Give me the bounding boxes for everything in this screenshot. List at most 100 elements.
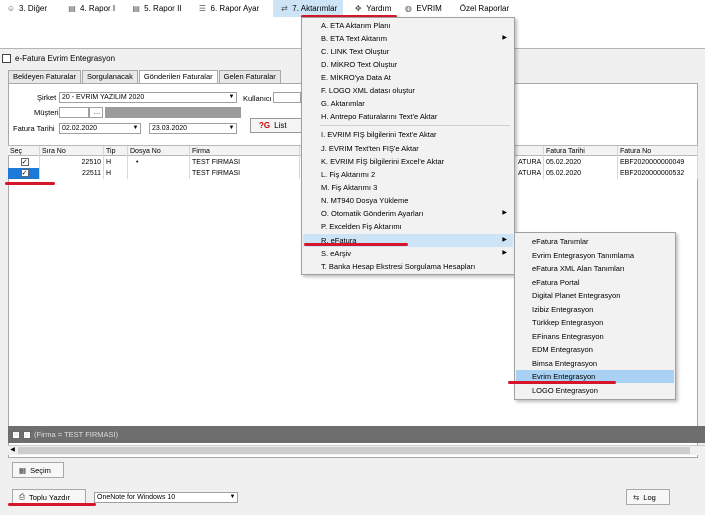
menu-item-t[interactable]: T. Banka Hesap Ekstresi Sorgulama Hesapl…	[303, 260, 513, 273]
submenu-logo[interactable]: LOGO Entegrasyon	[516, 384, 674, 397]
sirket-label: Şirket	[37, 93, 57, 102]
submenu-efinans[interactable]: EFinans Entegrasyon	[516, 330, 674, 343]
menu-item-d[interactable]: D. MİKRO Text Oluştur	[303, 58, 513, 71]
col-firma[interactable]: Firma	[190, 146, 300, 157]
submenu-digital-planet[interactable]: Digital Planet Entegrasyon	[516, 289, 674, 302]
annotation-underline-toplu	[8, 503, 96, 506]
tab-gelen[interactable]: Gelen Faturalar	[218, 70, 281, 83]
menu-item-j[interactable]: J. EVRIM Text'ten FIŞ'e Aktar	[303, 142, 513, 155]
menu-item-e[interactable]: E. MİKRO'ya Data At	[303, 71, 513, 84]
user-icon: ☺	[6, 4, 16, 13]
cell-tip: H	[104, 168, 128, 179]
aktarimlar-dropdown: A. ETA Aktarım Planı B. ETA Text Aktarım…	[301, 17, 515, 275]
chart-icon: ▤	[68, 4, 76, 13]
cell-dosya	[128, 168, 190, 179]
clear-filter-checkbox[interactable]: ✕	[12, 430, 20, 439]
menu-diger[interactable]: ☺ 3. Diğer	[0, 0, 53, 17]
cell-tarih: 05.02.2020	[544, 157, 618, 168]
sirket-combo[interactable]: 20 - EVRIM YAZILIM 2020 ▼	[59, 92, 237, 103]
menu-item-p[interactable]: P. Excelden Fiş Aktarımı	[303, 220, 513, 233]
tab-bekleyen[interactable]: Bekleyen Faturalar	[8, 70, 81, 83]
chevron-down-icon: ▼	[229, 494, 236, 500]
col-fatura-tarihi[interactable]: Fatura Tarihi	[544, 146, 618, 157]
select-icon: ▦	[19, 465, 27, 475]
submenu-izibiz[interactable]: Izibiz Entegrasyon	[516, 303, 674, 316]
menu-rapor-2[interactable]: ▤ 5. Rapor II	[125, 0, 187, 17]
row-checkbox[interactable]: ✓	[20, 158, 29, 167]
annotation-underline-efatura	[304, 243, 408, 246]
musteri-name-field	[105, 107, 241, 118]
date-from-field[interactable]: 02.02.2020 ▼	[59, 123, 141, 134]
menu-item-k[interactable]: K. EVRIM FİŞ bilgilerini Excel'e Aktar	[303, 155, 513, 168]
log-icon: ⇆	[633, 492, 640, 502]
chevron-right-icon: ▶	[502, 250, 507, 256]
cell-tip: H	[104, 157, 128, 168]
submenu-edm[interactable]: EDM Entegrasyon	[516, 343, 674, 356]
menu-item-earsiv[interactable]: S. eArşiv ▶	[303, 247, 513, 260]
submenu-xml-alan[interactable]: eFatura XML Alan Tanımları	[516, 262, 674, 275]
menu-item-g[interactable]: G. Aktarımlar	[303, 97, 513, 110]
submenu-turkkep[interactable]: Türkkep Entegrasyon	[516, 316, 674, 329]
submenu-bimsa[interactable]: Bimsa Entegrasyon	[516, 357, 674, 370]
menu-item-o[interactable]: O. Otomatik Gönderim Ayarları ▶	[303, 207, 513, 220]
cell-sira: 22510	[40, 157, 104, 168]
chevron-left-icon[interactable]: ◀	[8, 446, 17, 455]
menu-item-m[interactable]: M. Fiş Aktarımı 3	[303, 181, 513, 194]
cell-type: ATURA	[516, 168, 544, 179]
annotation-underline-evrim	[508, 381, 616, 384]
menu-item-f[interactable]: F. LOGO XML datası oluştur	[303, 84, 513, 97]
filter-text: (Firma = TEST FIRMASI)	[34, 430, 119, 439]
menu-ozel-raporlar[interactable]: Özel Raporlar	[454, 0, 515, 17]
window-icon	[2, 54, 11, 63]
efatura-submenu: eFatura Tanımlar Evrim Entegrasyon Tanım…	[514, 232, 676, 400]
musteri-input[interactable]	[59, 107, 89, 118]
col-sec[interactable]: Seç	[8, 146, 40, 157]
scroll-thumb[interactable]	[18, 447, 690, 454]
menu-item-n[interactable]: N. MT940 Dosya Yükleme	[303, 194, 513, 207]
menu-rapor-ayar[interactable]: ☰ 6. Rapor Ayar	[192, 0, 266, 17]
col-blank[interactable]	[516, 146, 544, 157]
chevron-down-icon: ▼	[228, 125, 235, 131]
menu-item-a[interactable]: A. ETA Aktarım Planı	[303, 19, 513, 32]
row-checkbox[interactable]: ✓	[20, 169, 29, 178]
kullanici-label: Kullanıcı	[243, 94, 272, 103]
annotation-underline-row	[5, 182, 55, 185]
transfer-icon: ⇄	[280, 4, 288, 13]
col-sira[interactable]: Sıra No	[40, 146, 104, 157]
submenu-evrim-tanimlama[interactable]: Evrim Entegrasyon Tanımlama	[516, 249, 674, 262]
menu-rapor-1[interactable]: ▤ 4. Rapor I	[61, 0, 121, 17]
musteri-label: Müşteri	[34, 108, 59, 117]
globe-icon: ◍	[404, 4, 412, 13]
col-tip[interactable]: Tip	[104, 146, 128, 157]
log-button[interactable]: ⇆ Log	[626, 489, 670, 505]
window-titlebar: e-Fatura Evrim Entegrasyon	[2, 52, 115, 65]
kullanici-input[interactable]	[273, 92, 301, 103]
tab-sorgulanacak[interactable]: Sorgulanacak	[81, 70, 138, 83]
cell-fatura-no: EBF2020000000532	[618, 168, 698, 179]
secim-button[interactable]: ▦ Seçim	[12, 462, 64, 478]
cell-dosya: •	[128, 157, 190, 168]
submenu-efatura-portal[interactable]: eFatura Portal	[516, 276, 674, 289]
cell-firma: TEST FIRMASI	[190, 168, 300, 179]
list-button[interactable]: ?G List	[250, 118, 302, 133]
cell-tarih: 05.02.2020	[544, 168, 618, 179]
col-fatura-no[interactable]: Fatura No	[618, 146, 698, 157]
chevron-down-icon: ▼	[228, 94, 235, 100]
menu-item-i[interactable]: I. EVRIM FIŞ bilgilerini Text'e Aktar	[303, 128, 513, 141]
horizontal-scrollbar[interactable]: ◀	[8, 445, 705, 455]
col-dosya[interactable]: Dosya No	[128, 146, 190, 157]
menu-item-c[interactable]: C. LINK Text Oluştur	[303, 45, 513, 58]
cell-firma: TEST FIRMASI	[190, 157, 300, 168]
submenu-efatura-tanimlar[interactable]: eFatura Tanımlar	[516, 235, 674, 248]
printer-select[interactable]: OneNote for Windows 10 ▼	[94, 492, 238, 503]
filter-enabled-checkbox[interactable]: ✓	[23, 430, 31, 439]
filter-bar: ✕ ✓ (Firma = TEST FIRMASI)	[8, 426, 705, 443]
cell-type: ATURA	[516, 157, 544, 168]
menu-item-b[interactable]: B. ETA Text Aktarım ▶	[303, 32, 513, 45]
tab-gonderilen[interactable]: Gönderilen Faturalar	[138, 70, 218, 83]
date-to-field[interactable]: 23.03.2020 ▼	[149, 123, 237, 134]
menu-evrim[interactable]: ◍ EVRIM	[397, 0, 447, 17]
musteri-picker-button[interactable]: …	[89, 107, 103, 118]
menu-item-h[interactable]: H. Antrepo Faturalarını Text'e Aktar	[303, 110, 513, 123]
menu-item-l[interactable]: L. Fiş Aktarımı 2	[303, 168, 513, 181]
